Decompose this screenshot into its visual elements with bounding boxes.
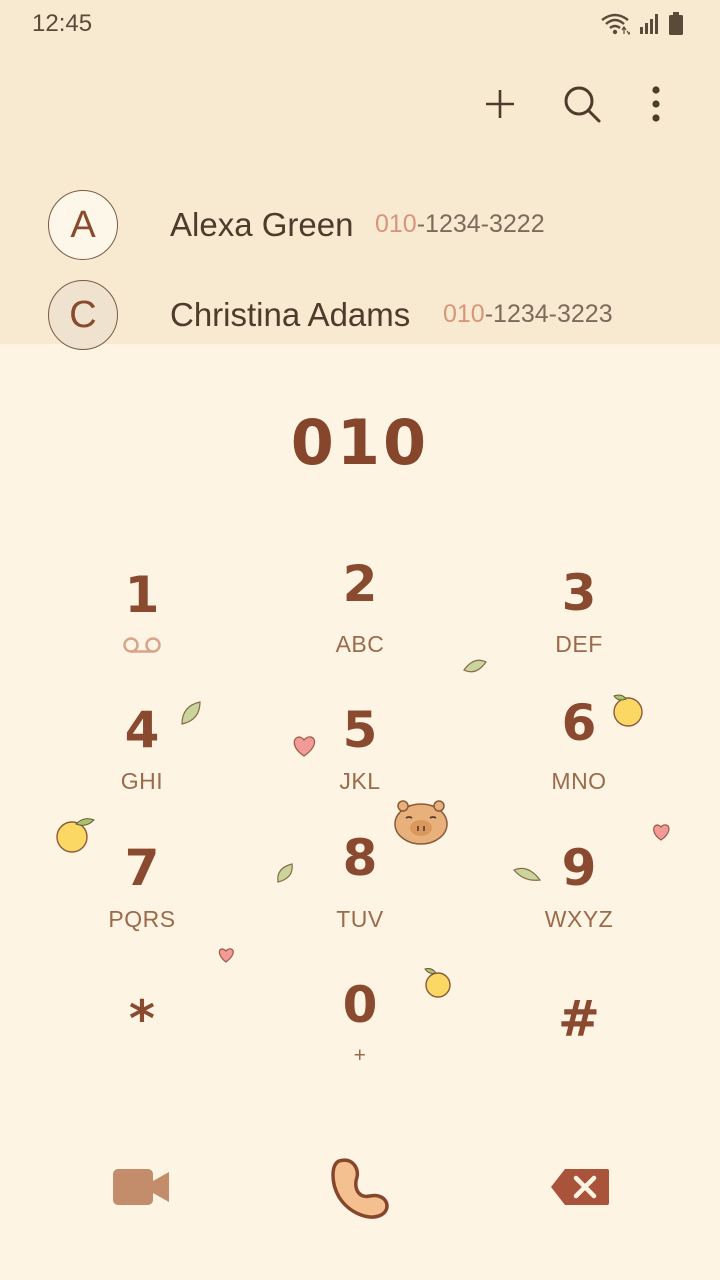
- contact-item[interactable]: A Alexa Green 010-1234-3222: [0, 190, 720, 280]
- key-digit: 9: [561, 839, 597, 897]
- key-letters: TUV: [336, 906, 384, 932]
- key-7[interactable]: 7 PQRS: [42, 835, 242, 955]
- contact-item[interactable]: C Christina Adams 010-1234-3223: [0, 280, 720, 370]
- key-digit: *: [128, 990, 156, 1048]
- contact-avatar: A: [48, 190, 118, 260]
- signal-icon: [640, 14, 658, 34]
- contact-suggestions-panel: 12:45 A Alexa Green 010-1234-3222 C Chri…: [0, 0, 720, 350]
- key-letters: JKL: [339, 768, 381, 794]
- key-letters: WXYZ: [544, 906, 614, 932]
- key-4[interactable]: 4 GHI: [42, 697, 242, 817]
- add-contact-button[interactable]: [474, 78, 526, 130]
- video-call-icon: [113, 1169, 169, 1205]
- plus-icon: [486, 90, 514, 118]
- key-digit: 6: [561, 694, 597, 752]
- search-icon: [564, 86, 601, 123]
- key-1[interactable]: 1: [42, 560, 242, 680]
- wifi-icon: [601, 13, 630, 36]
- contact-name: Christina Adams: [170, 296, 411, 333]
- key-star[interactable]: *: [42, 990, 242, 1110]
- contact-number: 010-1234-3222: [375, 210, 545, 239]
- phone-call-icon: [331, 1158, 389, 1219]
- key-letters: MNO: [551, 768, 607, 794]
- key-digit: 2: [342, 555, 378, 613]
- backspace-button[interactable]: [538, 1158, 622, 1216]
- key-letters: DEF: [555, 631, 603, 657]
- battery-icon: [669, 12, 683, 35]
- number-rest: -1234-3222: [416, 210, 545, 238]
- key-6[interactable]: 6 MNO: [479, 690, 679, 810]
- key-9[interactable]: 9 WXYZ: [479, 835, 679, 955]
- key-digit: 8: [342, 829, 378, 887]
- search-button[interactable]: [556, 78, 608, 130]
- key-digit: 7: [124, 839, 160, 897]
- key-5[interactable]: 5 JKL: [260, 697, 460, 817]
- key-3[interactable]: 3 DEF: [479, 560, 679, 680]
- key-letters: GHI: [120, 768, 164, 794]
- backspace-icon: [551, 1169, 609, 1205]
- key-2[interactable]: 2 ABC: [260, 555, 460, 675]
- number-rest: -1234-3223: [484, 300, 613, 328]
- key-digit: 1: [124, 566, 160, 624]
- key-hash[interactable]: #: [479, 990, 679, 1110]
- contact-name: Alexa Green: [170, 206, 354, 243]
- key-letters: ABC: [335, 631, 385, 657]
- video-call-button[interactable]: [100, 1156, 184, 1218]
- key-digit: 3: [561, 564, 597, 622]
- contact-number: 010-1234-3223: [443, 300, 613, 329]
- key-digit: #: [558, 990, 600, 1048]
- voicemail-icon: [123, 637, 161, 653]
- key-digit: 5: [342, 701, 378, 759]
- number-match: 010: [443, 300, 485, 328]
- key-digit: 4: [124, 701, 160, 759]
- dialed-number[interactable]: 010: [0, 406, 720, 479]
- status-icons: [600, 10, 684, 38]
- key-digit: 0: [342, 976, 378, 1034]
- more-options-button[interactable]: [630, 78, 682, 130]
- contact-avatar: C: [48, 280, 118, 350]
- more-vertical-icon: [652, 86, 660, 122]
- call-button[interactable]: [318, 1146, 402, 1230]
- key-0[interactable]: 0 +: [260, 972, 460, 1092]
- key-letters: PQRS: [108, 906, 176, 932]
- key-letters: +: [353, 1044, 367, 1067]
- status-time: 12:45: [32, 10, 93, 37]
- key-8[interactable]: 8 TUV: [260, 825, 460, 945]
- number-match: 010: [375, 210, 417, 238]
